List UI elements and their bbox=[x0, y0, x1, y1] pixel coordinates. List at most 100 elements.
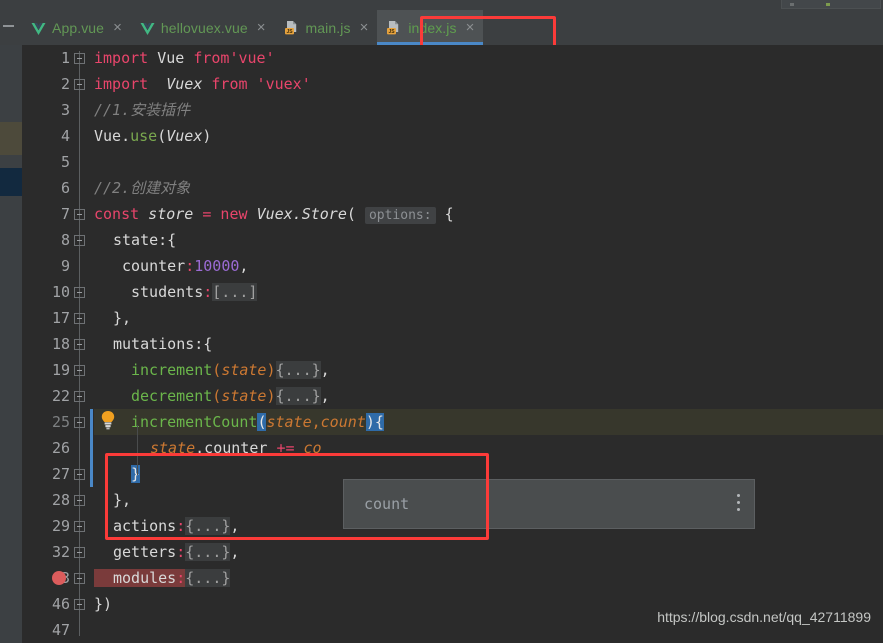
code-line-29: actions:{...}, bbox=[113, 517, 240, 535]
code-line-3: //1.安装插件 bbox=[94, 101, 191, 119]
intention-bulb-icon[interactable] bbox=[99, 410, 115, 430]
fold-icon[interactable] bbox=[74, 313, 85, 324]
tab-label: App.vue bbox=[52, 19, 105, 36]
line-number: 19 bbox=[51, 361, 70, 379]
svg-text:JS: JS bbox=[286, 29, 293, 35]
line-number: 2 bbox=[60, 75, 70, 93]
code-line-28: }, bbox=[113, 491, 132, 509]
line-number: 22 bbox=[51, 387, 70, 405]
code-editor[interactable]: 1 2 3 4 5 6 7 8 9 10 17 18 19 22 25 26 2… bbox=[0, 45, 883, 643]
line-number: 46 bbox=[51, 595, 70, 613]
editor-gutter[interactable]: 1 2 3 4 5 6 7 8 9 10 17 18 19 22 25 26 2… bbox=[22, 45, 94, 643]
code-line-2: import Vuex from 'vuex' bbox=[94, 75, 311, 93]
breakpoint-icon[interactable] bbox=[52, 571, 66, 585]
vue-file-icon bbox=[31, 21, 46, 35]
code-line-10: students:[...] bbox=[131, 283, 258, 301]
close-icon[interactable]: × bbox=[360, 20, 369, 35]
watermark-url: https://blog.csdn.net/qq_42711899 bbox=[657, 609, 871, 625]
code-content[interactable]: import Vue from'vue' import Vuex from 'v… bbox=[94, 45, 883, 643]
code-completion-popup[interactable]: count bbox=[343, 479, 755, 529]
tab-label: main.js bbox=[305, 19, 351, 36]
line-number: 18 bbox=[51, 335, 70, 353]
tab-list: App.vue × hellovuex.vue × JS main.js × J… bbox=[22, 10, 484, 45]
editor-tab-bar: App.vue × hellovuex.vue × JS main.js × J… bbox=[0, 10, 883, 68]
fold-icon[interactable] bbox=[74, 599, 85, 610]
line-number: 25 bbox=[51, 413, 70, 431]
toolbar-dot-icon bbox=[790, 3, 794, 6]
line-number: 28 bbox=[51, 491, 70, 509]
code-line-43: modules:{...} bbox=[94, 565, 231, 591]
code-line-27: } bbox=[131, 465, 141, 483]
code-line-8: state:{ bbox=[113, 231, 177, 249]
fold-expand-icon[interactable] bbox=[74, 391, 85, 402]
folded-region[interactable]: [...] bbox=[212, 283, 258, 301]
top-toolbar bbox=[0, 0, 883, 10]
code-line-4: Vue.use(Vuex) bbox=[94, 127, 212, 145]
param-hint: options: bbox=[364, 207, 436, 224]
fold-icon[interactable] bbox=[74, 209, 85, 220]
toolbar-run-icon bbox=[826, 3, 830, 6]
code-line-7: const store = new Vuex.Store( options: { bbox=[94, 205, 454, 224]
line-number: 17 bbox=[51, 309, 70, 327]
marker-bookmark bbox=[0, 168, 22, 196]
kebab-menu-icon[interactable] bbox=[737, 494, 741, 514]
tab-hellovuex-vue[interactable]: hellovuex.vue × bbox=[131, 10, 275, 45]
tab-label: index.js bbox=[408, 19, 457, 36]
code-line-9: counter:10000, bbox=[122, 257, 249, 275]
line-number: 32 bbox=[51, 543, 70, 561]
tab-index-js[interactable]: JS index.js × bbox=[377, 10, 484, 45]
fold-icon[interactable] bbox=[74, 339, 85, 350]
line-number: 9 bbox=[60, 257, 70, 275]
line-number: 26 bbox=[51, 439, 70, 457]
line-number: 6 bbox=[60, 179, 70, 197]
fold-icon[interactable] bbox=[74, 235, 85, 246]
code-line-26: state.counter += co bbox=[150, 439, 322, 457]
line-number: 7 bbox=[60, 205, 70, 223]
close-icon[interactable]: × bbox=[257, 20, 266, 35]
code-line-18: mutations:{ bbox=[113, 335, 213, 353]
code-line-46: }) bbox=[94, 595, 113, 613]
fold-expand-icon[interactable] bbox=[74, 287, 85, 298]
code-line-22: decrement(state){...}, bbox=[131, 387, 330, 405]
line-number: 27 bbox=[51, 465, 70, 483]
code-line-32: getters:{...}, bbox=[113, 543, 240, 561]
fold-icon[interactable] bbox=[74, 495, 85, 506]
left-marker-strip[interactable] bbox=[0, 45, 22, 643]
tab-app-vue[interactable]: App.vue × bbox=[22, 10, 131, 45]
code-line-19: increment(state){...}, bbox=[131, 361, 330, 379]
line-number: 29 bbox=[51, 517, 70, 535]
fold-icon[interactable] bbox=[74, 417, 85, 428]
fold-icon[interactable] bbox=[74, 469, 85, 480]
svg-text:JS: JS bbox=[389, 29, 396, 35]
line-number: 4 bbox=[60, 127, 70, 145]
vue-file-icon bbox=[140, 21, 155, 35]
marker-modified bbox=[0, 122, 22, 155]
close-icon[interactable]: × bbox=[113, 20, 122, 35]
code-line-17: }, bbox=[113, 309, 132, 327]
line-number: 47 bbox=[51, 621, 70, 639]
fold-expand-icon[interactable] bbox=[74, 365, 85, 376]
tab-main-js[interactable]: JS main.js × bbox=[275, 10, 378, 45]
code-line-1: import Vue from'vue' bbox=[94, 49, 275, 67]
line-number: 5 bbox=[60, 153, 70, 171]
fold-icon[interactable] bbox=[74, 79, 85, 90]
line-number: 3 bbox=[60, 101, 70, 119]
code-line-6: //2.创建对象 bbox=[94, 179, 191, 197]
vcs-change-bar[interactable] bbox=[90, 409, 93, 487]
toolbar-fragment bbox=[781, 0, 881, 9]
fold-expand-icon[interactable] bbox=[74, 521, 85, 532]
indent-guide bbox=[137, 425, 138, 475]
fold-expand-icon[interactable] bbox=[74, 573, 85, 584]
completion-item-count[interactable]: count bbox=[364, 495, 409, 513]
tab-label: hellovuex.vue bbox=[160, 19, 248, 36]
line-number: 8 bbox=[60, 231, 70, 249]
js-file-icon: JS bbox=[284, 20, 300, 36]
collapse-icon[interactable] bbox=[3, 25, 14, 27]
line-number: 1 bbox=[60, 49, 70, 67]
fold-expand-icon[interactable] bbox=[74, 547, 85, 558]
close-icon[interactable]: × bbox=[466, 20, 475, 35]
fold-icon[interactable] bbox=[74, 53, 85, 64]
ide-window: App.vue × hellovuex.vue × JS main.js × J… bbox=[0, 0, 883, 643]
js-file-icon: JS bbox=[386, 20, 402, 36]
line-number: 10 bbox=[51, 283, 70, 301]
